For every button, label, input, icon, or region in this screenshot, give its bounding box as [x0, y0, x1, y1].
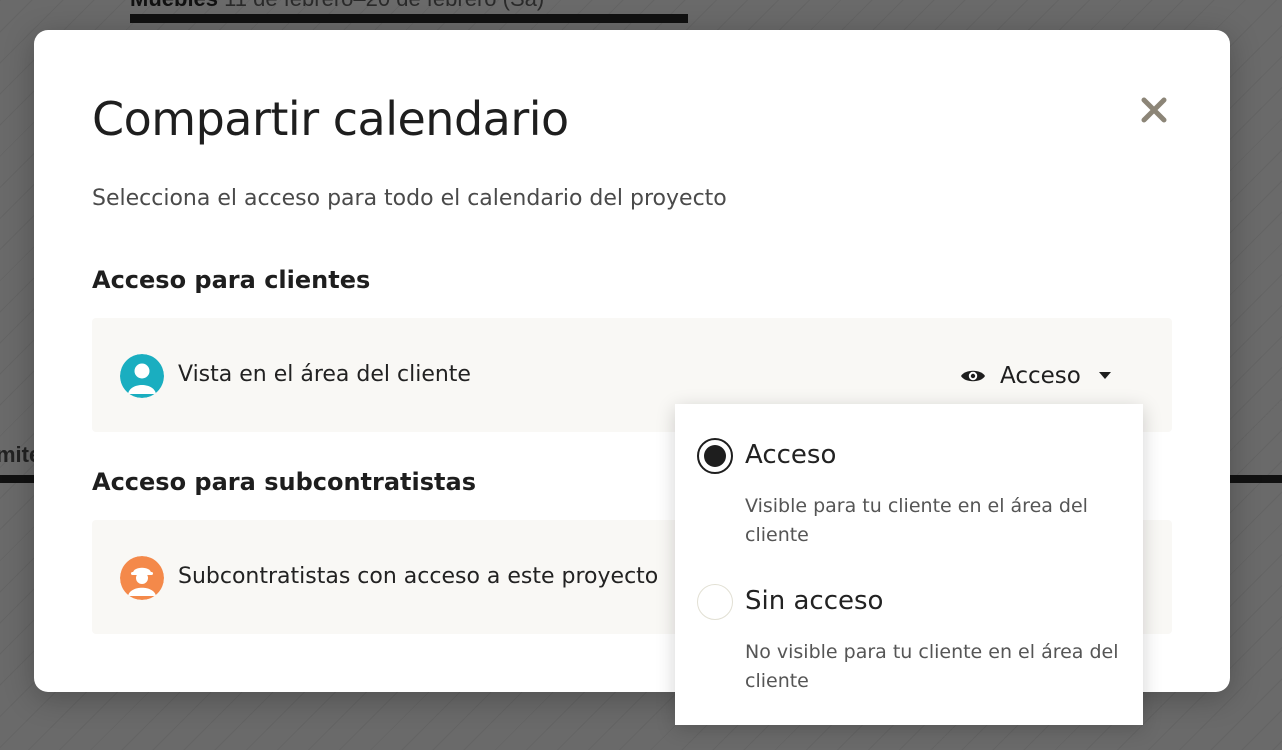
background-right-bar	[1228, 475, 1282, 483]
subcontractor-avatar-icon	[120, 556, 164, 600]
option-sin-acceso[interactable]: Sin acceso No visible para tu cliente en…	[695, 582, 1125, 702]
subcontractor-access-label: Subcontratistas con acceso a este proyec…	[178, 564, 659, 589]
option-acceso-description: Visible para tu cliente en el área del c…	[745, 495, 1088, 546]
background-left-bar	[0, 475, 36, 483]
modal-title: Compartir calendario	[92, 92, 569, 146]
option-sin-acceso-label: Sin acceso	[745, 586, 884, 616]
access-dropdown-menu: Acceso Visible para tu cliente en el áre…	[675, 404, 1143, 725]
option-acceso[interactable]: Acceso Visible para tu cliente en el áre…	[695, 436, 1125, 556]
background-event-text: Muebles 11 de febrero–20 de febrero (Sa)	[130, 0, 544, 12]
modal-subtitle: Selecciona el acceso para todo el calend…	[92, 186, 727, 211]
caret-down-icon	[1098, 372, 1111, 379]
client-avatar-icon	[120, 354, 164, 398]
radio-acceso[interactable]	[697, 438, 733, 474]
option-sin-acceso-description: No visible para tu cliente en el área de…	[745, 641, 1119, 692]
client-access-select[interactable]: Acceso	[960, 358, 1111, 394]
background-event-bar	[130, 14, 688, 23]
client-access-value: Acceso	[1000, 363, 1081, 389]
close-button[interactable]	[1136, 92, 1172, 128]
client-access-label: Vista en el área del cliente	[178, 362, 471, 387]
clients-section-title: Acceso para clientes	[92, 266, 371, 294]
option-acceso-label: Acceso	[745, 440, 837, 470]
eye-icon	[961, 370, 985, 382]
close-icon	[1141, 97, 1167, 123]
radio-sin-acceso[interactable]	[697, 584, 733, 620]
subcontractors-section-title: Acceso para subcontratistas	[92, 468, 476, 496]
